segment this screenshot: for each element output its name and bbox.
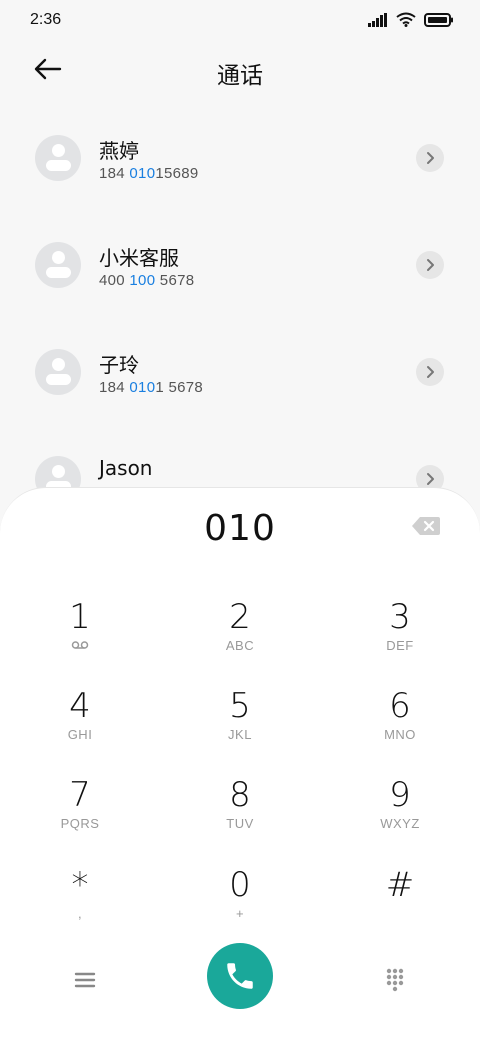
key-digit: # xyxy=(385,865,415,905)
key-letters xyxy=(20,638,140,653)
key-0[interactable]: 0 + xyxy=(180,866,300,944)
dialpad-sheet: 010 1 2 ABC 3 DEF 4 GHI 5 JKL 6 MNO 7 PQ… xyxy=(0,487,480,1041)
key-letters: , xyxy=(77,906,83,921)
contact-number: 184 01015689 xyxy=(99,165,199,182)
key-letters: MNO xyxy=(384,727,416,742)
call-button[interactable] xyxy=(207,943,273,1009)
contact-number: 184 0101 5678 xyxy=(99,379,204,396)
avatar xyxy=(35,135,81,181)
wifi-icon xyxy=(396,12,416,27)
key-digit: 2 xyxy=(229,597,251,637)
key-letters: PQRS xyxy=(60,816,100,831)
key-letters: JKL xyxy=(228,727,252,742)
key-digit: * xyxy=(71,865,89,905)
key-7[interactable]: 7 PQRS xyxy=(20,776,140,854)
contact-item[interactable]: 小米客服 400 100 5678 xyxy=(0,215,480,322)
contact-name: 子玲 xyxy=(99,353,139,377)
status-icons xyxy=(368,12,454,27)
key-4[interactable]: 4 GHI xyxy=(20,687,140,765)
header: 通话 xyxy=(0,44,480,100)
contact-list: 燕婷 184 01015689 小米客服 400 100 5678 子玲 184… xyxy=(0,108,480,536)
key-6[interactable]: 6 MNO xyxy=(340,687,460,765)
keypad-toggle-button[interactable] xyxy=(378,963,412,997)
match-highlight: 010 xyxy=(129,165,156,182)
backspace-icon xyxy=(412,517,440,535)
key-digit: 7 xyxy=(69,775,91,815)
match-highlight: 010 xyxy=(129,379,156,396)
key-digit: 8 xyxy=(229,775,251,815)
contact-name: 小米客服 xyxy=(99,246,179,270)
key-9[interactable]: 9 WXYZ xyxy=(340,776,460,854)
chevron-right-icon xyxy=(427,366,434,378)
contact-number: 400 100 5678 xyxy=(99,272,195,289)
menu-icon xyxy=(74,972,96,988)
key-letters: ABC xyxy=(225,638,255,653)
dialpad-actions xyxy=(0,943,480,1013)
key-letters: GHI xyxy=(67,727,93,742)
contact-name: Jason xyxy=(99,456,153,480)
chevron-right-icon xyxy=(427,259,434,271)
key-8[interactable]: 8 TUV xyxy=(180,776,300,854)
contact-item[interactable]: 燕婷 184 01015689 xyxy=(0,108,480,215)
key-letters: DEF xyxy=(386,638,414,653)
key-digit: 3 xyxy=(389,597,411,637)
backspace-button[interactable] xyxy=(411,516,443,538)
match-highlight: 100 xyxy=(124,272,156,289)
page-title: 通话 xyxy=(217,63,263,89)
contact-item[interactable]: 子玲 184 0101 5678 xyxy=(0,322,480,429)
key-digit: 9 xyxy=(389,775,411,815)
contact-name: 燕婷 xyxy=(99,139,139,163)
status-bar: 2:36 xyxy=(0,0,480,40)
key-digit: 4 xyxy=(69,686,91,726)
menu-button[interactable] xyxy=(66,965,104,995)
key-hash[interactable]: # xyxy=(340,866,460,944)
signal-icon xyxy=(368,12,387,27)
key-1[interactable]: 1 xyxy=(20,598,140,676)
key-2[interactable]: 2 ABC xyxy=(180,598,300,676)
key-letters: WXYZ xyxy=(380,816,420,831)
key-5[interactable]: 5 JKL xyxy=(180,687,300,765)
key-3[interactable]: 3 DEF xyxy=(340,598,460,676)
key-digit: 6 xyxy=(389,686,411,726)
voicemail-icon xyxy=(71,641,89,649)
key-digit: 5 xyxy=(229,686,251,726)
key-letters: + xyxy=(235,906,245,921)
battery-icon xyxy=(424,12,453,27)
avatar xyxy=(35,242,81,288)
chevron-right-icon xyxy=(427,473,434,485)
key-letters: TUV xyxy=(226,816,254,831)
key-star[interactable]: * , xyxy=(20,866,140,944)
contact-detail-button[interactable] xyxy=(416,251,444,279)
status-time: 2:36 xyxy=(30,11,62,28)
avatar xyxy=(35,349,81,395)
key-digit: 1 xyxy=(69,597,91,637)
contact-detail-button[interactable] xyxy=(416,144,444,172)
chevron-right-icon xyxy=(427,152,434,164)
key-digit: 0 xyxy=(229,865,251,905)
dialpad-icon xyxy=(386,968,404,992)
phone-icon xyxy=(227,963,253,989)
dialed-number[interactable]: 010 xyxy=(0,508,480,549)
contact-detail-button[interactable] xyxy=(416,358,444,386)
